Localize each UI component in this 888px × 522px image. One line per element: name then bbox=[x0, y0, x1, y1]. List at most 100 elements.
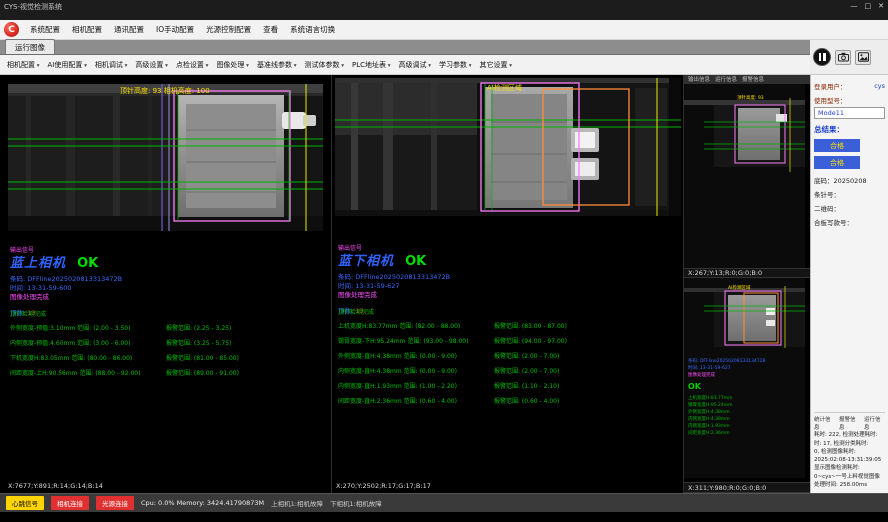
measurement-line: 锡膏宽度H:95.24mm bbox=[688, 401, 733, 408]
snapshot-button[interactable] bbox=[835, 50, 851, 65]
time-text: 时间: 13-31-59-627 bbox=[688, 364, 731, 371]
camera-image-left: 顶针高度: 93 相机高度: 100 bbox=[8, 84, 323, 231]
top-controls bbox=[810, 40, 888, 75]
menu-item-light-control-config[interactable]: 光源控制配置 bbox=[200, 21, 257, 38]
close-button[interactable]: ✕ bbox=[878, 2, 884, 10]
image-icon bbox=[858, 52, 869, 62]
menu-item-language-switch[interactable]: 系统语言切换 bbox=[284, 21, 341, 38]
preview-image-bottom[interactable]: AI检测区域 条码: DFFline2025020813313472B 时间: … bbox=[684, 278, 810, 482]
minimize-button[interactable]: — bbox=[851, 2, 858, 10]
measurement-name: 内侧宽度-直H:1.93mm 范围: (1.00 - 2.20) bbox=[338, 381, 488, 390]
measurement-alarm: 报警范围: (89.00 - 91.00) bbox=[166, 368, 239, 377]
pixel-coordinates: X:267;Y:13;R:0;G:0;B:0 bbox=[684, 268, 810, 279]
preview-column: 输出信息 运行信息 报警信息 顶针高度: 93 bbox=[683, 75, 810, 493]
tool-baseline-params[interactable]: 基准线参数 bbox=[253, 58, 301, 72]
lower-camera-status: 下相机1:相机故障 bbox=[330, 498, 382, 508]
field-batch-code: 底码：20250208 bbox=[814, 175, 885, 185]
measurement-line: 外侧宽度H:4.38mm bbox=[688, 408, 730, 415]
app-window: CYS-视觉检测系统 — □ ✕ C 系统配置 相机配置 通讯配置 IO手动配置… bbox=[0, 0, 888, 522]
measurement-alarm: 报警范围: (0.60 - 4.00) bbox=[494, 396, 559, 405]
menu-item-view[interactable]: 查看 bbox=[257, 21, 284, 38]
measurement-row: 外侧宽度-直H:4.38mm 范围: (0.00 - 9.00) 报警范围: (… bbox=[338, 351, 559, 360]
measurement-name: 下机宽度H:83.05mm 范围: (80.00 - 86.00) bbox=[10, 353, 160, 362]
result-line: 蓝下相机 OK bbox=[338, 250, 426, 269]
tool-testbody-params[interactable]: 测试体参数 bbox=[300, 58, 348, 72]
preview-tab-run[interactable]: 运行信息 bbox=[715, 75, 737, 83]
result-box-lower: 合格 bbox=[814, 156, 860, 169]
measurement-name: 锡膏宽度-下H:95.24mm 范围: (93.00 - 98.00) bbox=[338, 336, 488, 345]
connector-part bbox=[282, 112, 306, 129]
tool-camera-config[interactable]: 相机配置 bbox=[3, 58, 44, 72]
stats-tab-run[interactable]: 运行信息 bbox=[864, 415, 885, 431]
window-controls: — □ ✕ bbox=[851, 2, 885, 10]
record-button[interactable] bbox=[855, 50, 871, 65]
tool-plc-address[interactable]: PLC地址表 bbox=[348, 58, 395, 72]
measurement-alarm: 报警范围: (1.10 - 2.10) bbox=[494, 381, 559, 390]
measurement-row: 下机宽度H:83.05mm 范围: (80.00 - 86.00) 报警范围: … bbox=[10, 353, 239, 362]
stats-line: 耗时: 222, 检测处理耗时: bbox=[814, 431, 885, 439]
upper-camera-status: 上相机1:相机故障 bbox=[271, 498, 323, 508]
measurement-alarm: 报警范围: (2.25 - 3.25) bbox=[166, 323, 231, 332]
stats-tab-statistics[interactable]: 统计信息 bbox=[814, 415, 835, 431]
camera-view-right[interactable]: AI检测区域 输出信号 蓝下相机 OK 条码: DFFline202502081… bbox=[331, 75, 683, 493]
maximize-button[interactable]: □ bbox=[865, 2, 872, 10]
pause-icon bbox=[819, 53, 822, 61]
stats-line: 处理时间: 258.00ms bbox=[814, 481, 885, 489]
stats-line: 2025:02:08-13:31:39:05 bbox=[814, 456, 885, 464]
tool-camera-debug[interactable]: 相机调试 bbox=[91, 58, 132, 72]
image-overlay-label: AI检测区域 bbox=[487, 83, 522, 92]
measurement-row: 外侧宽度-预值:3.10mm 范围: (2.00 - 3.50) 报警范围: (… bbox=[10, 323, 231, 332]
tab-run-image[interactable]: 运行图像 bbox=[5, 39, 55, 54]
total-result-label: 总结果： bbox=[814, 124, 885, 135]
menu-item-system-config[interactable]: 系统配置 bbox=[24, 21, 66, 38]
titlebar: CYS-视觉检测系统 — □ ✕ bbox=[0, 0, 888, 20]
image-overlay-label: AI检测区域 bbox=[728, 284, 751, 291]
light-connection-badge: 光源连接 bbox=[96, 496, 134, 510]
stats-line: 显示图像检测耗时: bbox=[814, 464, 885, 472]
tool-ai-config[interactable]: AI使用配置 bbox=[44, 58, 91, 72]
measurement-line: 内侧宽度H:1.93mm bbox=[688, 422, 730, 429]
menu-item-io-manual-config[interactable]: IO手动配置 bbox=[150, 21, 200, 38]
stats-line: 0, 检测图像耗时: bbox=[814, 448, 885, 456]
main-area: 顶针高度: 93 相机高度: 100 输出信号 蓝上相机 OK 条码: DFFl… bbox=[0, 75, 888, 493]
measurement-row: 内侧宽度-直H:1.93mm 范围: (1.00 - 2.20) 报警范围: (… bbox=[338, 381, 559, 390]
field-pin-number: 条针号： bbox=[814, 189, 885, 199]
menubar: C 系统配置 相机配置 通讯配置 IO手动配置 光源控制配置 查看 系统语言切换 bbox=[0, 20, 888, 40]
model-label: 使用型号： bbox=[814, 95, 847, 105]
camera-result-status: OK bbox=[77, 256, 98, 271]
app-logo-icon: C bbox=[4, 22, 19, 37]
cpu-memory-text: Cpu: 0.0% Memory: 3424.41790873M bbox=[141, 499, 264, 507]
tool-advanced-debug[interactable]: 高级调试 bbox=[395, 58, 436, 72]
stats-tab-alarm[interactable]: 报警信息 bbox=[839, 415, 860, 431]
camera-result-title: 蓝下相机 bbox=[338, 254, 394, 269]
pause-button[interactable] bbox=[813, 48, 831, 66]
tool-image-processing[interactable]: 图像处理 bbox=[212, 58, 253, 72]
pixel-coordinates: X:311;Y:980;R:0;G:0;B:0 bbox=[684, 482, 810, 493]
preview-bottom-canvas: AI检测区域 条码: DFFline2025020813313472B 时间: … bbox=[684, 278, 805, 478]
menu-item-comm-config[interactable]: 通讯配置 bbox=[108, 21, 150, 38]
stats-line: 时: 17, 检测分类耗时: bbox=[814, 440, 885, 448]
tab-strip: 运行图像 bbox=[0, 40, 888, 55]
tool-advanced-settings[interactable]: 高级设置 bbox=[131, 58, 172, 72]
preview-image-top[interactable]: 顶针高度: 93 bbox=[684, 84, 810, 268]
sub-note: 顶针检测完成 bbox=[338, 307, 374, 316]
tool-other-settings[interactable]: 其它设置 bbox=[476, 58, 517, 72]
measurement-line: 内侧宽度H:4.38mm bbox=[688, 415, 730, 422]
stats-line: 0~cys~一号上料视觉图像 bbox=[814, 473, 885, 481]
tool-spot-check[interactable]: 点检设置 bbox=[172, 58, 213, 72]
login-user-label: 登录用户： bbox=[814, 81, 847, 91]
measurement-row: 内侧宽度-预值:4.60mm 范围: (3.00 - 6.00) 报警范围: (… bbox=[10, 338, 231, 347]
tool-learning-params[interactable]: 学习参数 bbox=[435, 58, 476, 72]
measurement-name: 间距宽度-上H:90.56mm 范围: (88.00 - 92.00) bbox=[10, 368, 160, 377]
result-box-upper: 合格 bbox=[814, 139, 860, 152]
measurement-alarm: 报警范围: (83.00 - 87.00) bbox=[494, 321, 567, 330]
model-value[interactable]: Mode11 bbox=[814, 107, 885, 119]
menu-item-camera-config[interactable]: 相机配置 bbox=[66, 21, 108, 38]
measurement-name: 外侧宽度-直H:4.38mm 范围: (0.00 - 9.00) bbox=[338, 351, 488, 360]
pixel-coordinates: X:270;Y:2502;R:17;G:17;B:17 bbox=[336, 482, 431, 490]
preview-tab-output[interactable]: 输出信息 bbox=[688, 75, 710, 83]
measurement-alarm: 报警范围: (2.00 - 7.00) bbox=[494, 366, 559, 375]
preview-tab-alarm[interactable]: 报警信息 bbox=[742, 75, 764, 83]
camera-view-left[interactable]: 顶针高度: 93 相机高度: 100 输出信号 蓝上相机 OK 条码: DFFl… bbox=[0, 75, 331, 493]
measurement-name: 外侧宽度-预值:3.10mm 范围: (2.00 - 3.50) bbox=[10, 323, 160, 332]
